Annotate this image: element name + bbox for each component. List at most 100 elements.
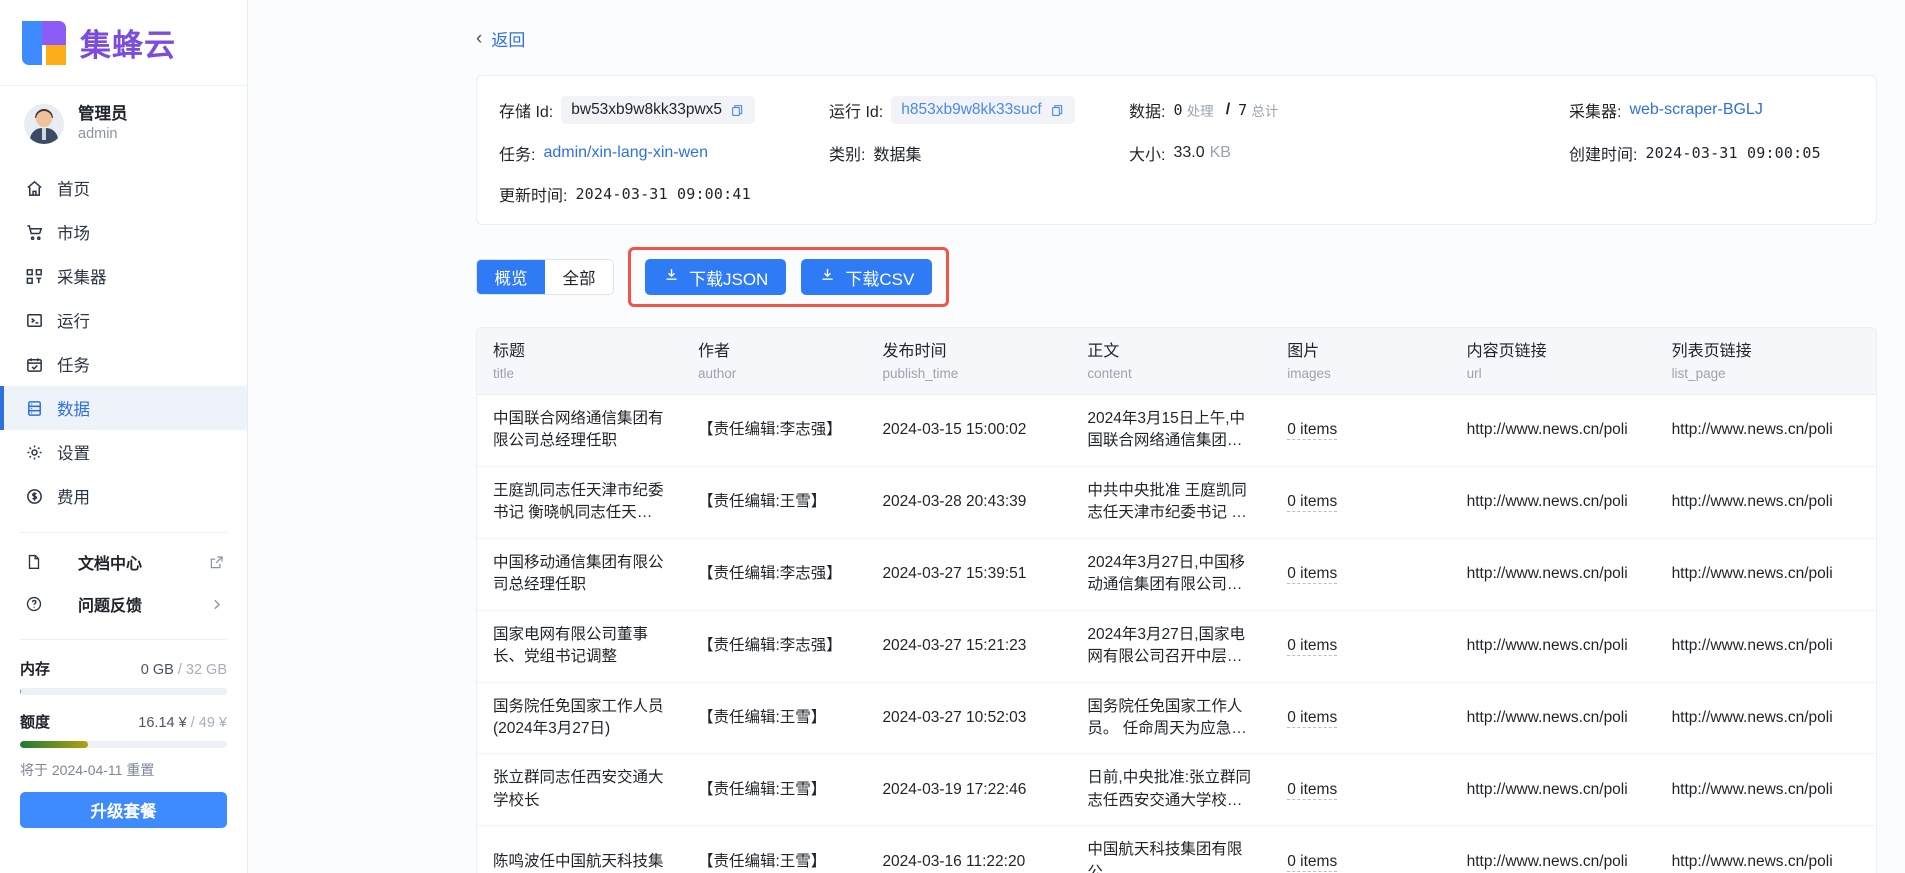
tab-overview[interactable]: 概览 — [477, 260, 545, 294]
cell-list-page-value: http://www.news.cn/poli — [1671, 636, 1833, 654]
sidebar-nav: 首页 市场 采集器 运行 任务 数据 设置 费用 — [0, 160, 247, 518]
size-label: 大小: — [1129, 147, 1166, 164]
cell-images-value[interactable]: 0 items — [1287, 564, 1338, 584]
download-buttons-highlight: 下载JSON 下载CSV — [628, 247, 950, 307]
cell-images-value[interactable]: 0 items — [1287, 636, 1338, 656]
cell-images: 0 items — [1271, 682, 1451, 755]
task-link[interactable]: admin/xin-lang-xin-wen — [543, 144, 708, 162]
table-row[interactable]: 国务院任免国家工作人员(2024年3月27日) 【责任编辑:王雪】 2024-03-… — [477, 682, 1876, 755]
download-csv-button[interactable]: 下载CSV — [801, 259, 933, 295]
size-unit: KB — [1209, 144, 1231, 161]
cell-images-value[interactable]: 0 items — [1287, 708, 1338, 728]
download-json-button[interactable]: 下载JSON — [645, 259, 787, 295]
app-logo-icon — [22, 20, 66, 65]
table-row[interactable]: 张立群同志任西安交通大学校长 【责任编辑:王雪】 2024-03-19 17:22:… — [477, 753, 1876, 827]
database-icon — [24, 398, 44, 418]
run-id-label: 运行 Id: — [829, 104, 884, 121]
quota-used: 16.14 ¥ — [138, 715, 187, 731]
cell-publish-time-value: 2024-03-15 15:00:02 — [882, 421, 1027, 439]
collector-link[interactable]: web-scraper-BGLJ — [1629, 101, 1762, 119]
copy-icon[interactable] — [1050, 103, 1065, 118]
gear-icon — [24, 442, 44, 462]
column-publish-time-en: publish_time — [882, 365, 959, 381]
data-count-field: 数据: 0 处理 / 7 总计 — [1129, 96, 1569, 124]
column-images[interactable]: 图片 images — [1271, 328, 1451, 395]
cell-url: http://www.news.cn/poli — [1450, 466, 1656, 539]
data-count-label: 数据: — [1129, 104, 1166, 121]
column-url[interactable]: 内容页链接 url — [1450, 328, 1656, 395]
table-row[interactable]: 中国移动通信集团有限公司总经理任职 【责任编辑:李志强】 2024-03-27 15… — [477, 538, 1876, 611]
cell-publish-time: 2024-03-16 11:22:20 — [866, 825, 1072, 873]
table-row[interactable]: 王庭凯同志任天津市纪委书记 衡晓帆同志任天津… 【责任编辑:王雪】 2024-03-… — [477, 466, 1876, 539]
copy-icon[interactable] — [730, 103, 745, 118]
cell-images-value[interactable]: 0 items — [1287, 492, 1338, 512]
cell-url: http://www.news.cn/poli — [1450, 825, 1656, 873]
table-body: 中国联合网络通信集团有限公司总经理任职【责任编辑:李志强】 2024-03-15 … — [477, 394, 1876, 873]
column-author-en: author — [697, 365, 737, 381]
back-button[interactable]: ‹ 返回 — [248, 0, 1905, 51]
sidebar-link-docs[interactable]: 文档中心 — [0, 541, 247, 583]
sidebar-item-task[interactable]: 任务 — [0, 342, 247, 386]
column-list-page[interactable]: 列表页链接 list_page — [1655, 328, 1876, 395]
cell-images-value[interactable]: 0 items — [1287, 421, 1338, 441]
quota-total: 49 ¥ — [198, 715, 227, 731]
sidebar-item-home[interactable]: 首页 — [0, 166, 247, 210]
cell-content-value: 2024年3月15日上午,中国联合网络通信集团有限… — [1087, 409, 1246, 450]
table-row[interactable]: 陈鸣波任中国航天科技集 【责任编辑:王雪】 2024-03-16 11:22:20 中… — [477, 825, 1876, 873]
cell-title: 王庭凯同志任天津市纪委书记 衡晓帆同志任天津… — [477, 466, 682, 539]
sidebar-item-collector[interactable]: 采集器 — [0, 254, 247, 298]
cell-title-value: 陈鸣波任中国航天科技集 — [493, 852, 664, 870]
terminal-icon — [24, 310, 44, 330]
dataset-info-card: 存储 Id: bw53xb9w8kk33pwx5 运行 Id: h853xb9w… — [476, 75, 1877, 225]
category-field: 类别: 数据集 — [829, 141, 1129, 165]
cell-title-value: 张立群同志任西安交通大学校长 — [493, 769, 664, 809]
run-id-chip[interactable]: h853xb9w8kk33sucf — [891, 96, 1075, 124]
column-author[interactable]: 作者 author — [681, 328, 867, 395]
tab-all[interactable]: 全部 — [545, 260, 613, 294]
user-account: admin — [78, 125, 118, 142]
cell-images-value[interactable]: 0 items — [1287, 852, 1338, 872]
cell-publish-time: 2024-03-27 15:39:51 — [866, 538, 1072, 611]
cell-publish-time: 2024-03-15 15:00:02 — [866, 394, 1072, 467]
cell-images-value[interactable]: 0 items — [1287, 780, 1338, 800]
sidebar-item-market[interactable]: 市场 — [0, 210, 247, 254]
cell-list-page-value: http://www.news.cn/poli — [1671, 852, 1833, 870]
cell-list-page: http://www.news.cn/poli — [1655, 825, 1876, 873]
column-publish-time[interactable]: 发布时间 publish_time — [866, 328, 1072, 395]
back-label: 返回 — [491, 31, 526, 50]
run-id-value: h853xb9w8kk33sucf — [901, 101, 1042, 118]
size-value: 33.0 — [1173, 144, 1205, 161]
cell-title: 中国联合网络通信集团有限公司总经理任职 — [477, 394, 682, 467]
cell-list-page: http://www.news.cn/poli — [1655, 394, 1876, 467]
column-title-en: title — [493, 365, 515, 381]
collector-label: 采集器: — [1569, 104, 1622, 121]
table-row[interactable]: 中国联合网络通信集团有限公司总经理任职 【责任编辑:李志强】 2024-03-15 … — [477, 394, 1876, 467]
cell-author-value: 【责任编辑:李志强】 — [697, 564, 842, 582]
column-title[interactable]: 标题 title — [477, 328, 682, 395]
sidebar-item-run[interactable]: 运行 — [0, 298, 247, 342]
column-content[interactable]: 正文 content — [1071, 328, 1272, 395]
brand-logo[interactable]: 集蜂云 — [0, 0, 247, 86]
sidebar-link-feedback[interactable]: 问题反馈 — [0, 583, 247, 625]
cell-list-page-value: http://www.news.cn/poli — [1671, 780, 1833, 798]
table-row[interactable]: 国家电网有限公司董事长、党组书记调整 【责任编辑:李志强】 2024-03-27 1… — [477, 610, 1876, 683]
cell-publish-time-value: 2024-03-27 15:21:23 — [882, 636, 1027, 654]
sidebar-item-data[interactable]: 数据 — [0, 386, 247, 430]
download-icon — [663, 266, 680, 288]
storage-id-field: 存储 Id: bw53xb9w8kk33pwx5 — [499, 96, 829, 124]
view-tabs: 概览 全部 — [476, 259, 614, 295]
sidebar-item-billing[interactable]: 费用 — [0, 474, 247, 518]
cell-url-value: http://www.news.cn/poli — [1466, 780, 1628, 798]
sidebar-item-label: 首页 — [57, 181, 90, 199]
sidebar-item-settings[interactable]: 设置 — [0, 430, 247, 474]
user-display-name: 管理员 — [78, 105, 128, 124]
user-profile[interactable]: 管理员 admin — [0, 86, 247, 160]
cell-title-value: 中国联合网络通信集团有限公司总经理任职 — [493, 409, 664, 450]
cell-author-value: 【责任编辑:王雪】 — [697, 780, 827, 798]
storage-id-chip[interactable]: bw53xb9w8kk33pwx5 — [561, 96, 756, 124]
upgrade-plan-button[interactable]: 升级套餐 — [20, 792, 227, 828]
data-table-card: 标题 title 作者 author 发布时间 publish_time 正文 … — [476, 327, 1877, 873]
memory-progress-bar — [20, 688, 227, 695]
cell-publish-time: 2024-03-19 17:22:46 — [866, 753, 1072, 827]
cell-publish-time: 2024-03-27 15:21:23 — [866, 610, 1072, 683]
